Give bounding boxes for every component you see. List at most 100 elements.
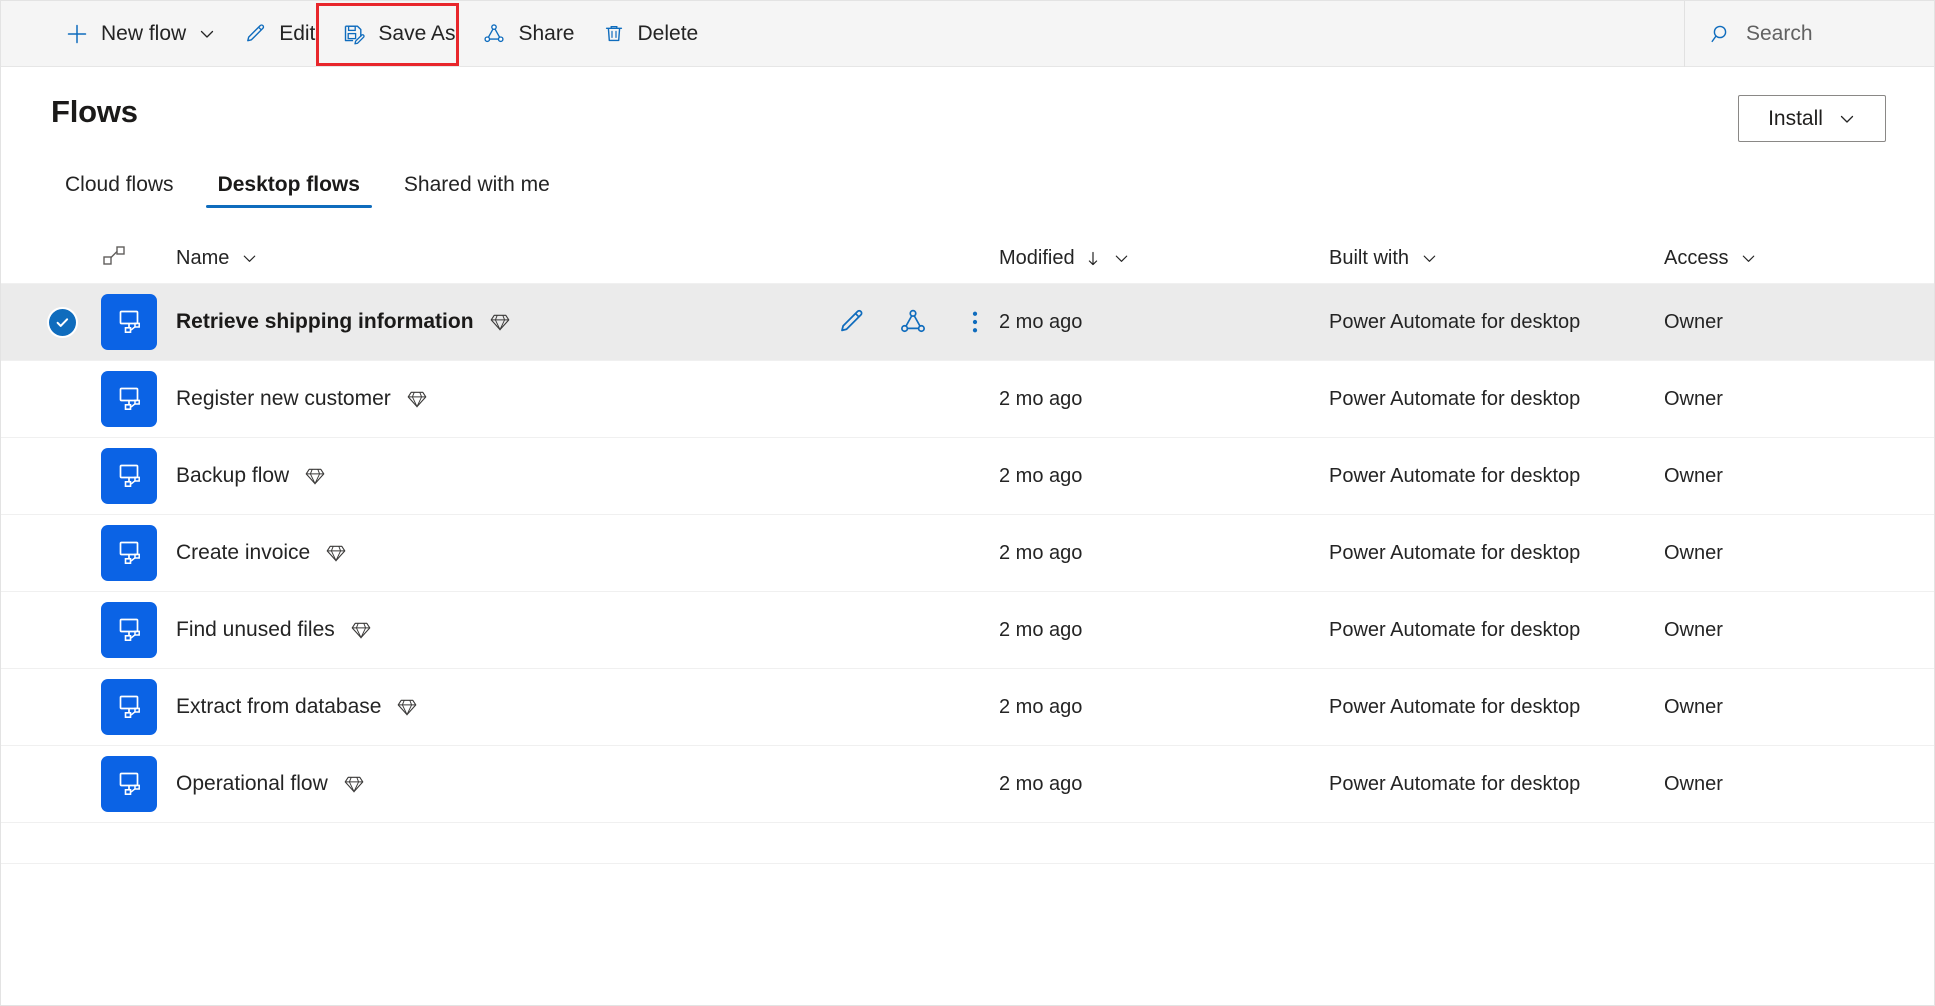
row-flow-type-icon: [101, 679, 176, 735]
tab-shared-with-me[interactable]: Shared with me: [390, 173, 564, 208]
row-built-with: Power Automate for desktop: [1329, 387, 1581, 410]
flows-table: Name Modified Built with Access Retrieve…: [1, 234, 1934, 864]
save-as-icon: [341, 21, 367, 47]
checkbox-empty: [49, 386, 76, 413]
flow-name: Register new customer: [176, 387, 391, 410]
edit-label: Edit: [279, 22, 316, 45]
premium-diamond-icon: [343, 773, 365, 795]
plus-icon: [64, 21, 90, 47]
row-select-checkbox[interactable]: [49, 540, 101, 567]
flow-tabs: Cloud flows Desktop flows Shared with me: [1, 164, 1934, 208]
checkbox-empty: [49, 540, 76, 567]
row-access: Owner: [1664, 464, 1723, 487]
tab-desktop-flows[interactable]: Desktop flows: [204, 173, 374, 208]
page-title: Flows: [51, 94, 138, 129]
share-button[interactable]: Share: [468, 1, 587, 66]
row-select-checkbox[interactable]: [49, 694, 101, 721]
row-access: Owner: [1664, 387, 1723, 410]
row-built-with: Power Automate for desktop: [1329, 772, 1581, 795]
table-row[interactable]: Operational flow 2 mo ago Power Automate…: [1, 746, 1934, 823]
table-row[interactable]: Register new customer 2 mo ago Power Aut…: [1, 361, 1934, 438]
share-icon: [481, 21, 507, 47]
row-actions: [829, 300, 999, 344]
header-built-with[interactable]: Built with: [1329, 247, 1664, 270]
table-row[interactable]: Backup flow 2 mo ago Power Automate for …: [1, 438, 1934, 515]
row-built-with: Power Automate for desktop: [1329, 541, 1581, 564]
table-header-row: Name Modified Built with Access: [1, 234, 1934, 284]
row-modified: 2 mo ago: [999, 310, 1083, 333]
desktop-flow-icon: [101, 371, 157, 427]
row-select-checkbox[interactable]: [49, 463, 101, 490]
command-bar: New flow Edit Save As Share Delete Searc…: [1, 1, 1934, 67]
chevron-down-icon: [1838, 110, 1856, 128]
tab-cloud-flows-label: Cloud flows: [65, 173, 174, 196]
row-modified: 2 mo ago: [999, 618, 1083, 641]
checkbox-empty: [49, 463, 76, 490]
header-modified-label: Modified: [999, 247, 1075, 269]
desktop-flow-icon: [101, 448, 157, 504]
premium-diamond-icon: [304, 465, 326, 487]
tab-desktop-flows-label: Desktop flows: [217, 173, 360, 196]
chevron-down-icon: [1421, 250, 1438, 267]
row-modified: 2 mo ago: [999, 464, 1083, 487]
row-name-cell: Extract from database: [176, 695, 829, 719]
header-flow-type[interactable]: [101, 243, 176, 274]
row-built-with: Power Automate for desktop: [1329, 695, 1581, 718]
page-header: Flows Install: [1, 67, 1934, 142]
chevron-down-icon: [1740, 250, 1757, 267]
premium-diamond-icon: [325, 542, 347, 564]
more-vertical-icon: [960, 307, 990, 337]
flows-page: New flow Edit Save As Share Delete Searc…: [0, 0, 1935, 1006]
table-row[interactable]: Extract from database 2 mo ago Power Aut…: [1, 669, 1934, 746]
delete-button[interactable]: Delete: [588, 1, 712, 66]
desktop-flow-icon: [101, 294, 157, 350]
desktop-flow-icon: [101, 602, 157, 658]
table-body: Retrieve shipping information 2 mo ago P…: [1, 284, 1934, 823]
new-flow-label: New flow: [101, 22, 187, 45]
search-input[interactable]: Search: [1685, 1, 1934, 66]
row-flow-type-icon: [101, 602, 176, 658]
share-icon: [898, 307, 928, 337]
checkbox-empty: [49, 617, 76, 644]
table-row[interactable]: Create invoice 2 mo ago Power Automate f…: [1, 515, 1934, 592]
row-action-edit-button[interactable]: [829, 300, 873, 344]
row-action-more-button[interactable]: [953, 300, 997, 344]
header-built-with-label: Built with: [1329, 247, 1410, 269]
row-modified: 2 mo ago: [999, 541, 1083, 564]
save-as-label: Save As: [378, 22, 456, 45]
table-row[interactable]: Retrieve shipping information 2 mo ago P…: [1, 284, 1934, 361]
tab-cloud-flows[interactable]: Cloud flows: [51, 173, 188, 208]
header-access-label: Access: [1664, 247, 1729, 269]
table-footer-spacer: [1, 823, 1934, 864]
row-modified: 2 mo ago: [999, 772, 1083, 795]
desktop-flow-icon: [101, 756, 157, 812]
flow-name: Retrieve shipping information: [176, 310, 474, 333]
row-select-checkbox[interactable]: [49, 771, 101, 798]
sort-descending-icon: [1085, 250, 1101, 268]
header-modified[interactable]: Modified: [999, 247, 1329, 270]
checkbox-empty: [49, 694, 76, 721]
checkbox-checked: [49, 308, 76, 336]
search-placeholder: Search: [1746, 21, 1813, 45]
row-select-checkbox[interactable]: [49, 617, 101, 644]
install-button[interactable]: Install: [1738, 95, 1886, 142]
chevron-down-icon: [198, 25, 216, 43]
row-access: Owner: [1664, 772, 1723, 795]
row-select-checkbox[interactable]: [49, 386, 101, 413]
table-row[interactable]: Find unused files 2 mo ago Power Automat…: [1, 592, 1934, 669]
premium-diamond-icon: [406, 388, 428, 410]
row-name-cell: Register new customer: [176, 387, 829, 411]
flow-name: Backup flow: [176, 464, 290, 487]
new-flow-button[interactable]: New flow: [51, 1, 229, 66]
row-action-share-button[interactable]: [891, 300, 935, 344]
flow-connector-icon: [101, 243, 127, 274]
flow-name: Operational flow: [176, 772, 328, 795]
save-as-button[interactable]: Save As: [328, 1, 468, 66]
row-flow-type-icon: [101, 371, 176, 427]
row-name-cell: Create invoice: [176, 541, 829, 565]
row-select-checkbox[interactable]: [49, 308, 101, 336]
edit-button[interactable]: Edit: [229, 1, 328, 66]
header-name[interactable]: Name: [176, 247, 829, 270]
row-name-cell: Operational flow: [176, 772, 829, 796]
header-access[interactable]: Access: [1664, 247, 1894, 270]
